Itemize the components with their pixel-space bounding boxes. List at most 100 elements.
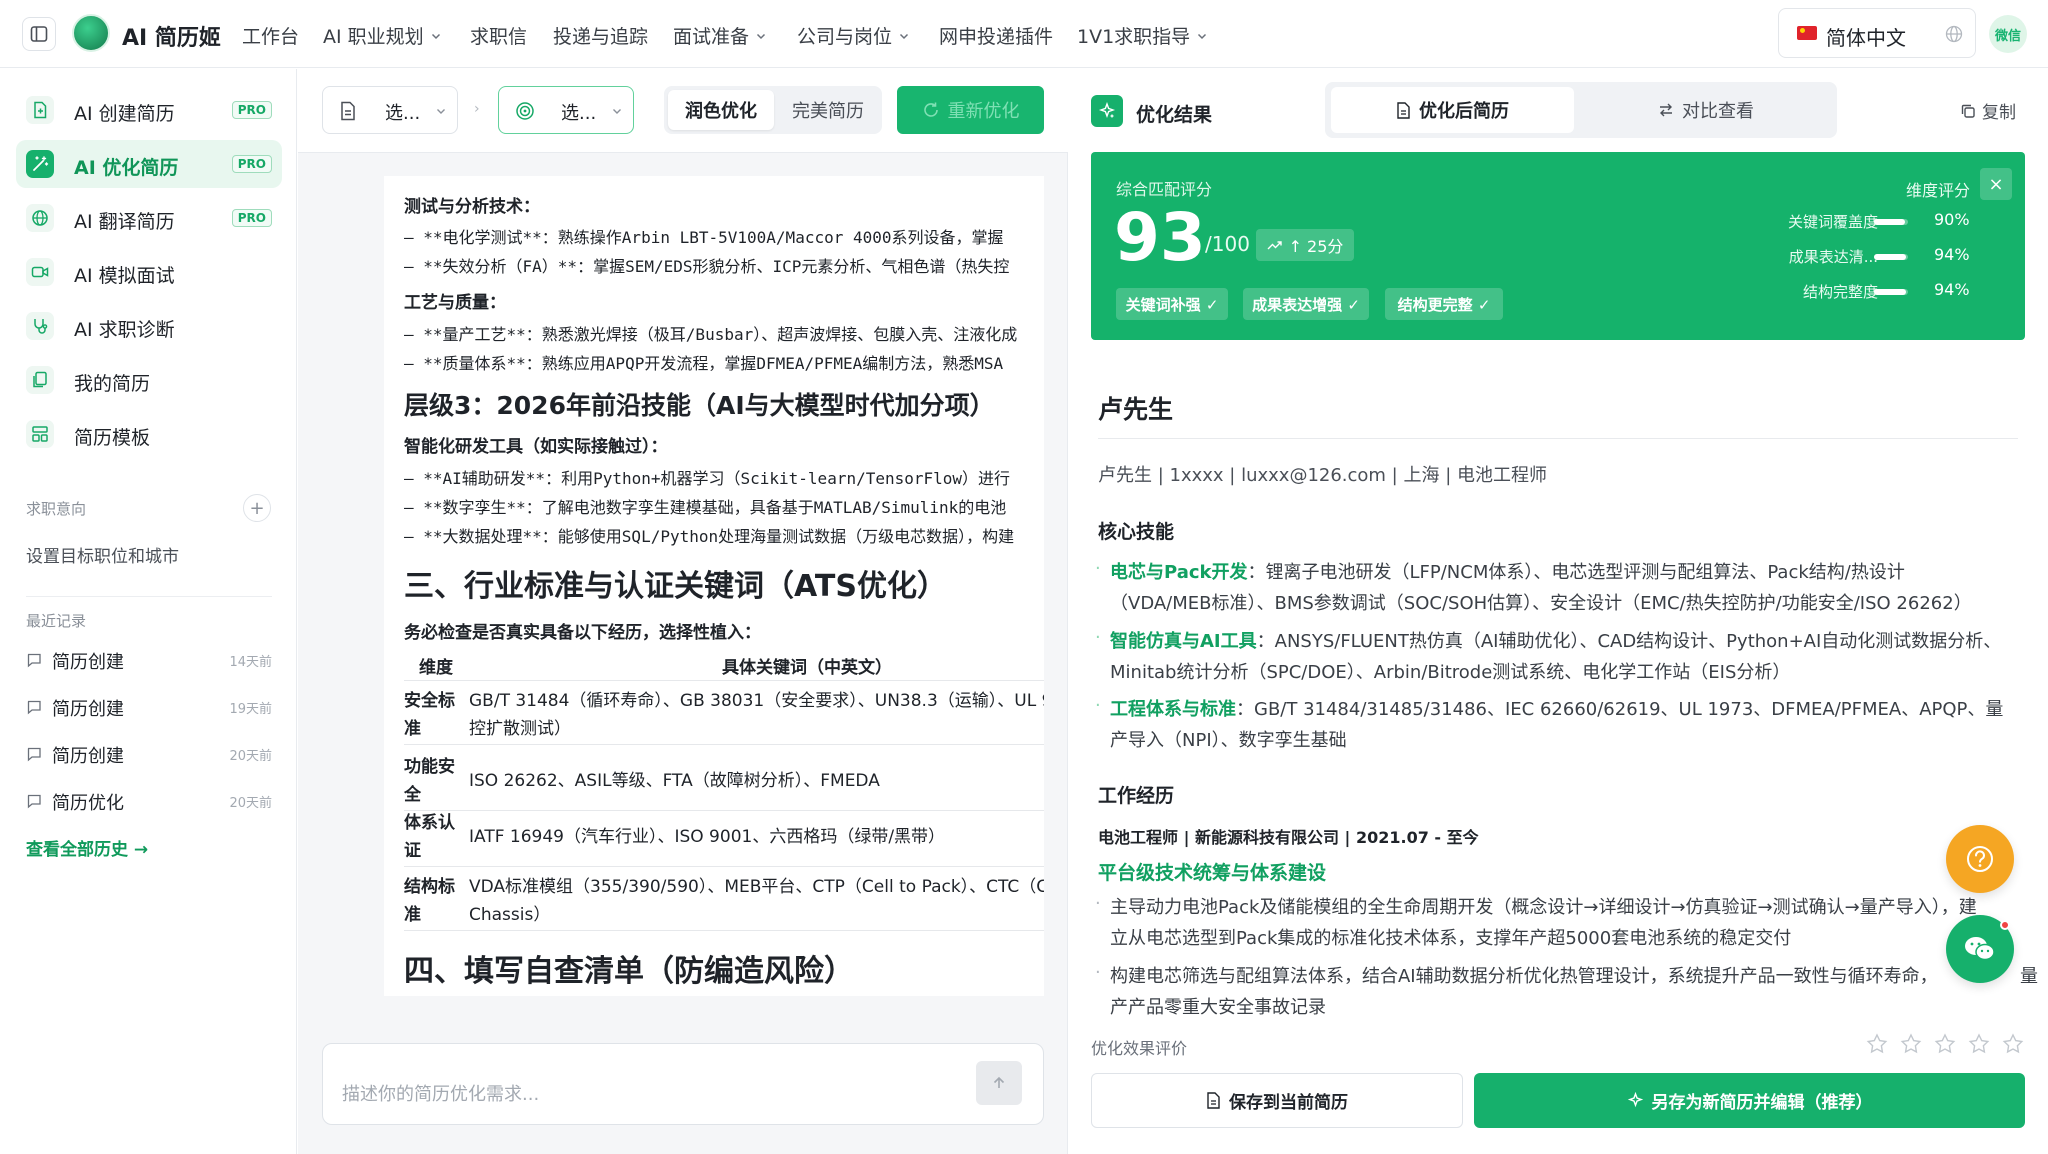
nav-career-planning[interactable]: AI 职业规划: [323, 22, 442, 49]
sidebar-item-ai-job-diagnosis[interactable]: AI 求职诊断: [16, 302, 282, 350]
save-as-label: 另存为新简历并编辑（推荐）: [1651, 1093, 1873, 1113]
sidebar-item-my-resumes[interactable]: 我的简历: [16, 356, 282, 404]
nav-workbench[interactable]: 工作台: [242, 22, 299, 49]
document-preview[interactable]: 测试与分析技术： – **电化学测试**：熟练操作Arbin LBT-5V100…: [384, 176, 1044, 996]
table-rule: [404, 810, 1044, 811]
dimension-bar-fill: [1874, 219, 1905, 225]
table-cell-dimension: 证: [404, 841, 421, 861]
refresh-icon: [923, 102, 938, 117]
dimension-label: 关键词覆盖度: [1787, 213, 1878, 231]
dimension-bar: [1874, 289, 1908, 295]
recent-item[interactable]: 简历优化 20天前: [26, 786, 272, 816]
doc-line: – **AI辅助研发**：利用Python+机器学习（Scikit-learn/…: [404, 469, 1011, 488]
sidebar-item-ai-optimize-resume[interactable]: AI 优化简历 PRO: [16, 140, 282, 188]
sidebar-item-label: AI 模拟面试: [74, 265, 175, 287]
stethoscope-icon: [26, 312, 54, 340]
sidebar-item-ai-mock-interview[interactable]: AI 模拟面试: [16, 248, 282, 296]
view-all-history-link[interactable]: 查看全部历史 →: [26, 835, 148, 860]
doc-line: – **质量体系**：熟练应用APQP开发流程，掌握DFMEA/PFMEA编制方…: [404, 354, 1004, 373]
tab-label: 优化后简历: [1419, 101, 1509, 122]
save-as-new-resume-button[interactable]: 另存为新简历并编辑（推荐）: [1474, 1073, 2025, 1128]
sidebar-item-resume-templates[interactable]: 简历模板: [16, 410, 282, 458]
close-score-button[interactable]: ×: [1980, 168, 2012, 200]
optimize-request-placeholder: 描述你的简历优化需求...: [342, 1084, 540, 1105]
chat-bubble-icon: [27, 747, 41, 762]
nav-label: 投递与追踪: [553, 26, 649, 48]
star-icon[interactable]: [1934, 1033, 1956, 1055]
nav-apply-plugin[interactable]: 网申投递插件: [939, 22, 1053, 49]
table-cell-keywords: 控扩散测试）: [469, 719, 571, 739]
send-button[interactable]: [976, 1061, 1022, 1105]
tab-optimized-resume[interactable]: 优化后简历: [1331, 87, 1574, 133]
nav-cover-letter[interactable]: 求职信: [470, 22, 527, 49]
nav-interview-prep[interactable]: 面试准备: [673, 22, 767, 49]
resume-select[interactable]: 选...: [322, 86, 458, 134]
score-increase-text: ↑ 25分: [1288, 237, 1344, 256]
brand-logo[interactable]: [72, 14, 110, 52]
table-cell-dimension: 结构标: [404, 877, 455, 897]
star-icon[interactable]: [1866, 1033, 1888, 1055]
mode-polish-tab[interactable]: 润色优化: [668, 90, 774, 130]
divider: [26, 596, 272, 597]
target-icon: [516, 102, 534, 120]
nav-label: 工作台: [242, 26, 300, 48]
help-button[interactable]: [1946, 825, 2014, 893]
document-icon: [1207, 1092, 1220, 1109]
dimension-label: 结构完整度: [1802, 283, 1878, 301]
recent-item[interactable]: 简历创建 14天前: [26, 645, 272, 675]
table-cell-dimension: 体系认: [404, 813, 455, 833]
sidebar-item-ai-translate-resume[interactable]: AI 翻译简历 PRO: [16, 194, 282, 242]
reoptimize-button[interactable]: 重新优化: [897, 86, 1044, 134]
sidebar-toggle-button[interactable]: [22, 17, 56, 51]
tab-compare-view[interactable]: 对比查看: [1580, 87, 1832, 133]
sidebar-item-ai-create-resume[interactable]: AI 创建简历 PRO: [16, 86, 282, 134]
overall-score-max: /100: [1205, 232, 1250, 256]
doc-section-heading: 三、行业标准与认证关键词（ATS优化）: [404, 569, 947, 604]
work-line: 主导动力电池Pack及储能模组的全生命周期开发（概念设计→详细设计→仿真验证→测…: [1110, 897, 1977, 918]
nav-apply-track[interactable]: 投递与追踪: [553, 22, 648, 49]
pro-badge: PRO: [231, 209, 272, 227]
resume-section-work: 工作经历: [1098, 785, 1175, 807]
video-icon: [26, 258, 54, 286]
doc-section-heading: 层级3：2026年前沿技能（AI与大模型时代加分项）: [404, 391, 995, 420]
add-intent-button[interactable]: +: [243, 494, 271, 522]
recent-item-time: 20天前: [229, 749, 272, 764]
table-cell-dimension: 准: [404, 905, 421, 925]
nav-1v1-coaching[interactable]: 1V1求职指导: [1077, 22, 1208, 49]
skill-text: ：GB/T 31484/31485/31486、IEC 62660/62619、…: [1236, 699, 2004, 720]
language-label: 简体中文: [1826, 26, 1906, 50]
wechat-icon: [1965, 937, 1995, 961]
dimension-value: 94%: [1934, 280, 1970, 299]
brand-name[interactable]: AI 简历姬: [122, 20, 221, 52]
skill-key: 工程体系与标准: [1110, 699, 1236, 720]
job-subheading: 平台级技术统筹与体系建设: [1098, 862, 1327, 884]
doc-heading: 工艺与质量：: [404, 293, 506, 313]
mode-perfect-tab[interactable]: 完美简历: [778, 90, 878, 130]
table-rule: [404, 866, 1044, 867]
job-title-line: 电池工程师 | 新能源科技有限公司 | 2021.07 - 至今: [1098, 828, 1479, 847]
improvement-tag: 成果表达增强 ✓: [1243, 288, 1369, 320]
sidebar-item-label: 简历模板: [74, 427, 151, 449]
magic-wand-icon: [26, 150, 54, 178]
skill-line: 工程体系与标准：GB/T 31484/31485/31486、IEC 62660…: [1110, 695, 2003, 721]
doc-heading: 测试与分析技术：: [404, 197, 540, 217]
star-icon[interactable]: [1900, 1033, 1922, 1055]
star-icon[interactable]: [2002, 1033, 2024, 1055]
nav-company-jobs[interactable]: 公司与岗位: [797, 22, 910, 49]
target-job-select[interactable]: 选...: [498, 86, 634, 134]
work-line: 产产品零重大安全事故记录: [1110, 997, 1326, 1018]
copy-button[interactable]: 复制: [1960, 98, 2016, 123]
save-label: 保存到当前简历: [1229, 1093, 1348, 1113]
chevron-down-icon: [437, 109, 445, 114]
star-icon[interactable]: [1968, 1033, 1990, 1055]
star-rating[interactable]: [1866, 1033, 2024, 1055]
table-cell-dimension: 准: [404, 719, 421, 739]
set-target-link[interactable]: 设置目标职位和城市: [26, 542, 179, 567]
recent-item[interactable]: 简历创建 20天前: [26, 739, 272, 769]
recent-item[interactable]: 简历创建 19天前: [26, 692, 272, 722]
result-title: 优化结果: [1136, 104, 1213, 126]
user-avatar[interactable]: 微信: [1989, 15, 2027, 53]
resume-select-value: 选...: [385, 103, 421, 124]
sidebar-item-label: AI 优化简历: [74, 157, 179, 179]
save-to-current-resume-button[interactable]: 保存到当前简历: [1091, 1073, 1463, 1128]
